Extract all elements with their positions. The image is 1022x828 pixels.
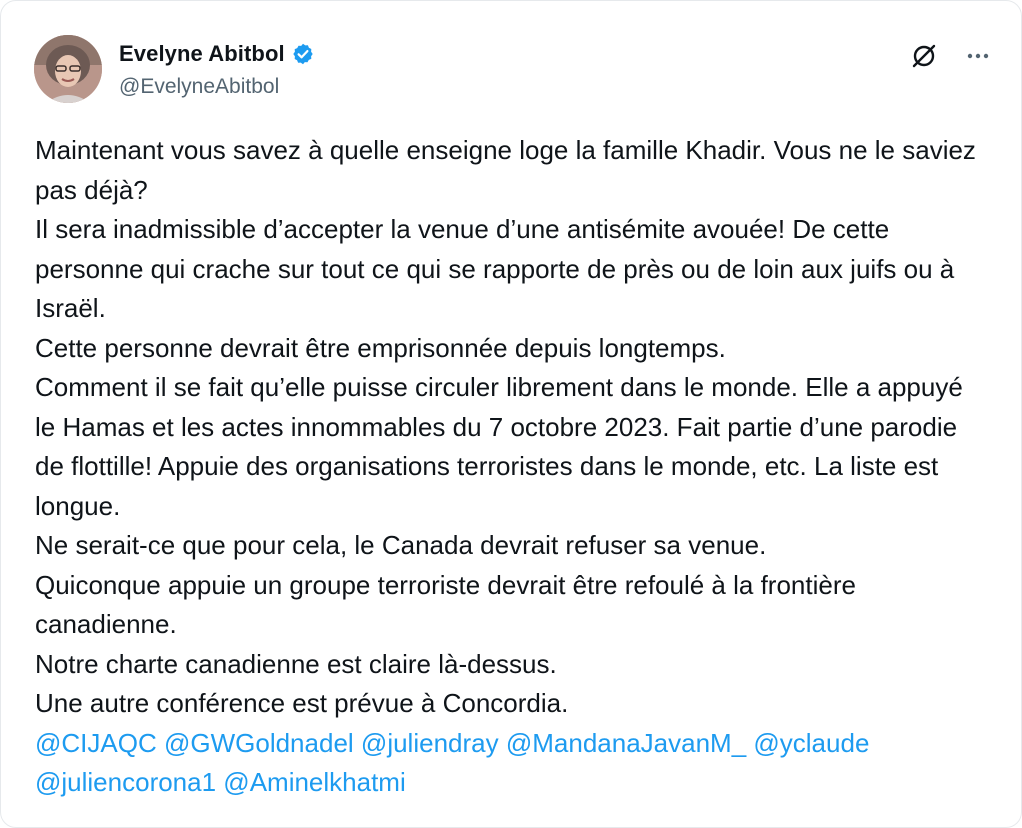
tweet-card: Evelyne Abitbol @EvelyneAbitbol Maintena… [0,0,1022,828]
tweet-paragraph: Maintenant vous savez à quelle enseigne … [35,135,976,205]
grok-icon[interactable] [909,41,939,71]
tweet-paragraph: Notre charte canadienne est claire là-de… [35,648,557,679]
author-display-name[interactable]: Evelyne Abitbol [119,41,285,67]
tweet-paragraph: Quiconque appuie un groupe terroriste de… [35,569,856,640]
mention-link[interactable]: @MandanaJavanM_ [506,728,746,758]
tweet-header: Evelyne Abitbol @EvelyneAbitbol [34,35,993,107]
verified-badge-icon [291,42,315,66]
mention-link[interactable]: @Aminelkhatmi [223,767,405,797]
tweet-paragraph: Comment il se fait qu’elle puisse circul… [35,372,963,521]
mention-link[interactable]: @juliendray [361,728,499,758]
header-actions [909,41,993,71]
tweet-paragraph: Une autre conférence est prévue à Concor… [35,688,569,718]
mention-link[interactable]: @yclaude [753,728,869,758]
mentions-line: @CIJAQC @GWGoldnadel @juliendray @Mandan… [35,724,985,803]
tweet-paragraph: Il sera inadmissible d’accepter la venue… [35,214,955,323]
profile-photo-icon [34,35,102,103]
tweet-paragraph: Ne serait-ce que pour cela, le Canada de… [35,530,767,560]
tweet-text: Maintenant vous savez à quelle enseigne … [35,131,985,803]
more-options-icon[interactable] [963,41,993,71]
mention-link[interactable]: @CIJAQC [35,728,157,758]
mention-link[interactable]: @juliencorona1 [35,767,216,797]
author-handle[interactable]: @EvelyneAbitbol [119,73,315,101]
author-info: Evelyne Abitbol @EvelyneAbitbol [119,39,315,101]
tweet-paragraph: Cette personne devrait être emprisonnée … [35,332,726,363]
mention-link[interactable]: @GWGoldnadel [164,728,354,758]
name-row: Evelyne Abitbol [119,39,315,69]
avatar[interactable] [34,35,102,103]
